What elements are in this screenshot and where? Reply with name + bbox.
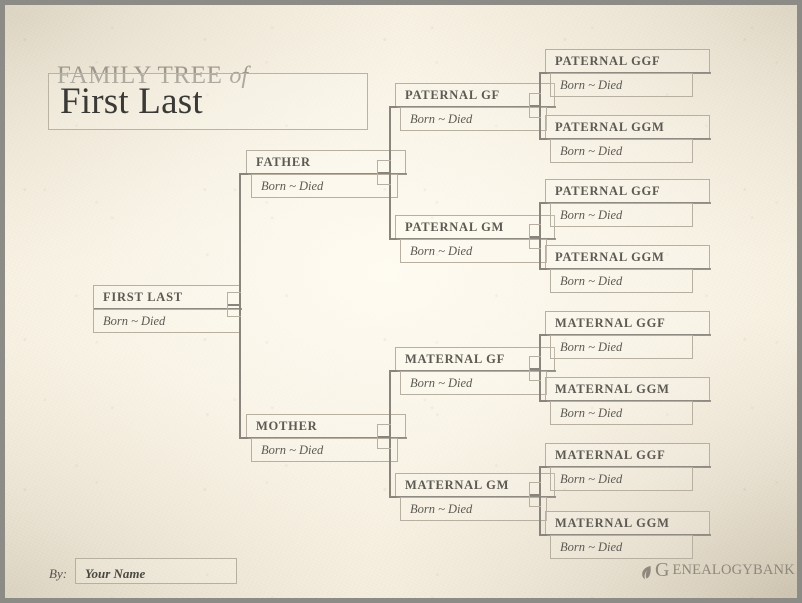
connector-ggp78-spine bbox=[539, 466, 541, 534]
connector-self-box-bottom bbox=[227, 316, 241, 317]
node-ggp-7-dates[interactable]: Born ~ Died bbox=[550, 467, 693, 491]
connector-mgf-box-bottom bbox=[529, 380, 541, 381]
connector-ggp5-stub bbox=[539, 334, 547, 336]
connector-self-box-top bbox=[227, 292, 241, 293]
connector-mgm-stub bbox=[389, 496, 397, 498]
connector-ggp6-stub bbox=[539, 400, 547, 402]
connector-ggp1-stub bbox=[539, 72, 547, 74]
connector-mgf-right-stub bbox=[529, 368, 541, 370]
connector-ggp4-stub bbox=[539, 268, 547, 270]
connector-ggp8-stub bbox=[539, 534, 547, 536]
connector-mgm-box-top bbox=[529, 482, 541, 483]
connector-pgm-box-top bbox=[529, 224, 541, 225]
connector-pgm-stub bbox=[389, 238, 397, 240]
logo-wordmark: ENEALOGYBANK bbox=[672, 562, 795, 578]
node-ggp-6-label[interactable]: MATERNAL GGM bbox=[545, 377, 710, 401]
node-mother-dates[interactable]: Born ~ Died bbox=[251, 438, 398, 462]
chart-title-name[interactable]: First Last bbox=[60, 80, 360, 123]
connector-self-box-left bbox=[227, 292, 228, 317]
connector-pgf-stub bbox=[389, 106, 397, 108]
connector-ggp34-spine bbox=[539, 202, 541, 268]
node-maternal-gf-dates[interactable]: Born ~ Died bbox=[400, 371, 547, 395]
connector-father-box-left bbox=[377, 160, 378, 185]
node-ggp-3-dates[interactable]: Born ~ Died bbox=[550, 203, 693, 227]
connector-pgm-box-left bbox=[529, 224, 530, 249]
node-ggp-3-label[interactable]: PATERNAL GGF bbox=[545, 179, 710, 203]
connector-pgf-box-top bbox=[529, 93, 541, 94]
author-field-value[interactable]: Your Name bbox=[85, 566, 145, 582]
node-ggp-2-label[interactable]: PATERNAL GGM bbox=[545, 115, 710, 139]
node-self-label[interactable]: FIRST LAST bbox=[93, 285, 241, 309]
node-ggp-6-dates[interactable]: Born ~ Died bbox=[550, 401, 693, 425]
node-ggp-7-label[interactable]: MATERNAL GGF bbox=[545, 443, 710, 467]
node-ggp-5-label[interactable]: MATERNAL GGF bbox=[545, 311, 710, 335]
connector-father-box-bottom bbox=[377, 184, 391, 185]
connector-father-up-stub bbox=[377, 172, 391, 174]
chart-canvas: FAMILY TREE of First Last FIRST LAST Bor… bbox=[5, 5, 797, 598]
chart-frame: FAMILY TREE of First Last FIRST LAST Bor… bbox=[0, 0, 802, 603]
connector-pgm-box-bottom bbox=[529, 248, 541, 249]
node-ggp-2-dates[interactable]: Born ~ Died bbox=[550, 139, 693, 163]
connector-mother-box-top bbox=[377, 424, 391, 425]
node-ggp-8-label[interactable]: MATERNAL GGM bbox=[545, 511, 710, 535]
node-paternal-gf-label[interactable]: PATERNAL GF bbox=[395, 83, 555, 107]
connector-mother-up-stub bbox=[377, 436, 391, 438]
node-ggp-5-dates[interactable]: Born ~ Died bbox=[550, 335, 693, 359]
node-paternal-gf-dates[interactable]: Born ~ Died bbox=[400, 107, 547, 131]
node-ggp-8-dates[interactable]: Born ~ Died bbox=[550, 535, 693, 559]
leaf-icon bbox=[641, 565, 652, 580]
connector-mgm-right-stub bbox=[529, 494, 541, 496]
connector-ggp3-stub bbox=[539, 202, 547, 204]
connector-mother-stub bbox=[239, 437, 248, 439]
connector-mgf-box-left bbox=[529, 356, 530, 381]
connector-pgm-right-stub bbox=[529, 236, 541, 238]
node-paternal-gm-dates[interactable]: Born ~ Died bbox=[400, 239, 547, 263]
connector-mgf-stub bbox=[389, 370, 397, 372]
connector-pgf-right-stub bbox=[529, 105, 541, 107]
connector-ggp56-spine bbox=[539, 334, 541, 400]
logo-initial: G bbox=[655, 559, 670, 581]
node-ggp-4-dates[interactable]: Born ~ Died bbox=[550, 269, 693, 293]
genealogybank-logo[interactable]: G ENEALOGYBANK ™ .COM bbox=[641, 559, 797, 581]
connector-mgf-box-top bbox=[529, 356, 541, 357]
connector-mgm-box-bottom bbox=[529, 506, 541, 507]
node-ggp-4-label[interactable]: PATERNAL GGM bbox=[545, 245, 710, 269]
node-ggp-1-label[interactable]: PATERNAL GGF bbox=[545, 49, 710, 73]
connector-pgf-box-bottom bbox=[529, 117, 541, 118]
connector-mgm-box-left bbox=[529, 482, 530, 507]
node-ggp-1-dates[interactable]: Born ~ Died bbox=[550, 73, 693, 97]
chart-paper: FAMILY TREE of First Last FIRST LAST Bor… bbox=[5, 5, 797, 598]
author-label: By: bbox=[49, 566, 68, 581]
node-father-label[interactable]: FATHER bbox=[246, 150, 406, 174]
connector-mother-box-left bbox=[377, 424, 378, 449]
node-mother-label[interactable]: MOTHER bbox=[246, 414, 406, 438]
connector-ggp7-stub bbox=[539, 466, 547, 468]
connector-maternal-gp-spine bbox=[389, 370, 391, 496]
connector-father-box-top bbox=[377, 160, 391, 161]
connector-self-stub bbox=[227, 304, 241, 306]
node-maternal-gm-dates[interactable]: Born ~ Died bbox=[400, 497, 547, 521]
node-father-dates[interactable]: Born ~ Died bbox=[251, 174, 398, 198]
connector-mother-box-bottom bbox=[377, 448, 391, 449]
node-self-dates[interactable]: Born ~ Died bbox=[93, 309, 241, 333]
connector-pgf-box-left bbox=[529, 93, 530, 118]
connector-ggp2-stub bbox=[539, 138, 547, 140]
connector-father-stub bbox=[239, 173, 248, 175]
